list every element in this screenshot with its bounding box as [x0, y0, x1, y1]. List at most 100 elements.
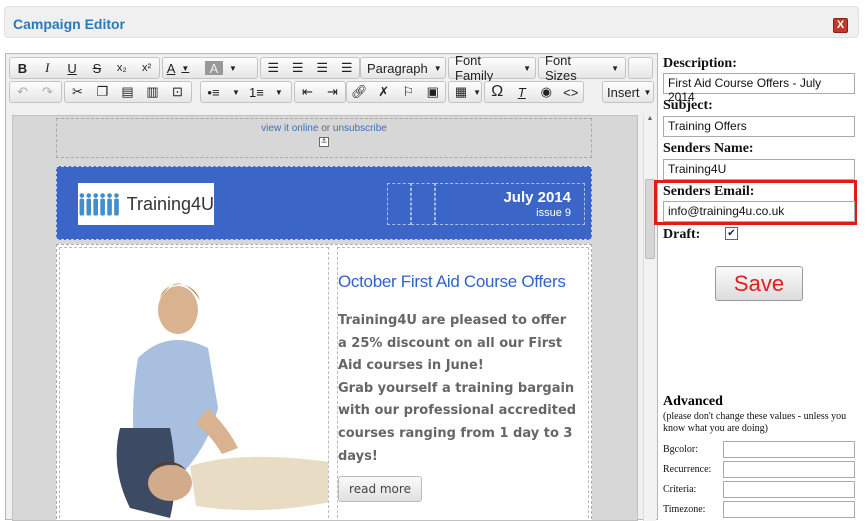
chevron-down-icon: ▼: [643, 87, 652, 97]
strikethrough-button[interactable]: S: [84, 58, 109, 78]
logo-text: Training4U: [126, 193, 214, 214]
subject-label: Subject:: [663, 98, 713, 113]
alignment-group: ☰ ☰ ☰ ☰: [260, 57, 360, 79]
subject-field[interactable]: Training Offers: [663, 116, 855, 137]
undo-icon[interactable]: ↶: [10, 82, 35, 102]
clipboard-group: ✂ ❐ ▤ ▥ ⊡: [64, 81, 192, 103]
underline-button[interactable]: U: [60, 58, 85, 78]
paste-text-icon[interactable]: ▥: [140, 82, 165, 102]
content-scrollbar[interactable]: ▲: [643, 115, 656, 521]
bgcolor-field[interactable]: [723, 441, 855, 458]
email-header: Training4U July 2014 issue 9: [56, 166, 592, 240]
preview-icon[interactable]: ◉: [534, 82, 559, 102]
bold-button[interactable]: B: [10, 58, 35, 78]
criteria-label: Criteria:: [663, 484, 697, 495]
draft-checkbox[interactable]: ✔: [725, 227, 738, 240]
scroll-up-icon[interactable]: ▲: [644, 115, 656, 129]
numbered-list-icon[interactable]: 1≡: [244, 82, 269, 102]
sender-name-label: Senders Name:: [663, 141, 754, 156]
background-color-icon[interactable]: A: [205, 61, 223, 76]
indent-icon[interactable]: ⇥: [320, 82, 345, 102]
subscript-button[interactable]: x₂: [109, 58, 134, 78]
people-logo-icon: [79, 193, 119, 216]
sender-name-field[interactable]: Training4U: [663, 159, 855, 180]
redo-icon[interactable]: ↷: [35, 82, 60, 102]
table-button[interactable]: ▦ ▼: [448, 81, 482, 103]
align-justify-icon[interactable]: ☰: [335, 58, 360, 78]
copy-icon[interactable]: ❐: [90, 82, 115, 102]
anchor-marker-icon[interactable]: ⚓︎: [319, 137, 329, 147]
list-group: •≡ ▼ 1≡ ▼: [200, 81, 292, 103]
description-field[interactable]: First Aid Course Offers - July 2014: [663, 73, 855, 104]
article-paragraph-1: Training4U are pleased to offer a 25% di…: [338, 313, 567, 374]
close-button[interactable]: X: [833, 18, 848, 33]
chevron-down-icon: ▼: [433, 63, 442, 73]
header-divider: [387, 183, 411, 225]
cut-icon[interactable]: ✂: [65, 82, 90, 102]
anchor-icon[interactable]: ⚐: [396, 82, 421, 102]
align-left-icon[interactable]: ☰: [261, 58, 286, 78]
save-button[interactable]: Save: [715, 266, 803, 301]
image-icon[interactable]: ▣: [421, 82, 446, 102]
table-icon: ▦: [454, 84, 468, 99]
bullet-list-icon[interactable]: •≡: [201, 82, 226, 102]
font-family-value: Font Family: [455, 53, 494, 83]
cpr-illustration-icon: [60, 248, 328, 520]
outdent-icon[interactable]: ⇤: [295, 82, 320, 102]
recurrence-label: Recurrence:: [663, 464, 712, 475]
indent-group: ⇤ ⇥: [294, 81, 346, 103]
align-center-icon[interactable]: ☰: [286, 58, 311, 78]
source-code-icon[interactable]: <>: [559, 82, 584, 102]
timezone-field[interactable]: [723, 501, 855, 518]
italic-button[interactable]: I: [35, 58, 60, 78]
header-date: July 2014: [503, 189, 571, 206]
header-issue: issue 9: [536, 207, 571, 219]
first-aid-image: [59, 247, 329, 520]
text-style-group: B I U S x₂ x²: [9, 57, 160, 79]
blank-toolbar-button[interactable]: [628, 57, 653, 79]
special-character-icon[interactable]: Ω: [485, 82, 510, 102]
sender-email-field[interactable]: info@training4u.co.uk: [663, 201, 855, 222]
campaign-editor-window: Campaign Editor X B I U S x₂ x² A ▼ A ▼ ☰…: [0, 0, 866, 521]
clear-formatting-icon[interactable]: T: [510, 82, 535, 102]
insert-menu[interactable]: Insert ▼: [602, 81, 654, 103]
sender-email-label: Senders Email:: [663, 184, 755, 199]
rich-text-editor: B I U S x₂ x² A ▼ A ▼ ☰ ☰ ☰ ☰ Paragraph ▼: [5, 53, 658, 521]
or-text: or: [321, 123, 331, 134]
unlink-icon[interactable]: ✗: [372, 82, 397, 102]
font-size-select[interactable]: Font Sizes ▼: [538, 53, 626, 83]
unsubscribe-link[interactable]: unsubscribe: [333, 123, 387, 134]
font-family-select[interactable]: Font Family ▼: [448, 53, 536, 83]
align-right-icon[interactable]: ☰: [310, 58, 335, 78]
advanced-note: (please don't change these values - unle…: [663, 411, 847, 434]
recurrence-field[interactable]: [723, 461, 855, 478]
article-heading: October First Aid Course Offers: [338, 272, 566, 291]
find-icon[interactable]: ⊡: [165, 82, 190, 102]
article-text: Training4U are pleased to offer a 25% di…: [338, 310, 578, 468]
format-select[interactable]: Paragraph ▼: [360, 57, 446, 79]
bgcolor-label: Bgcolor:: [663, 444, 698, 455]
chevron-down-icon: ▼: [229, 63, 237, 73]
misc-group: Ω T ◉ <>: [484, 81, 584, 103]
editor-content-area[interactable]: view it online or unsubscribe ⚓︎ Trainin…: [12, 115, 638, 521]
link-icon[interactable]: 🔗︎: [347, 82, 372, 102]
criteria-field[interactable]: [723, 481, 855, 498]
article-paragraph-2: Grab yourself a training bargain with ou…: [338, 380, 577, 464]
text-color-icon: A: [166, 60, 176, 76]
email-body: October First Aid Course Offers Training…: [56, 244, 592, 520]
title-bar: Campaign Editor X: [4, 6, 859, 38]
chevron-down-icon: ▼: [232, 87, 240, 97]
text-color-button[interactable]: A ▼: [163, 58, 193, 78]
paste-icon[interactable]: ▤: [115, 82, 140, 102]
editor-toolbar: B I U S x₂ x² A ▼ A ▼ ☰ ☰ ☰ ☰ Paragraph ▼: [6, 53, 657, 106]
header-divider: [411, 183, 435, 225]
superscript-button[interactable]: x²: [134, 58, 159, 78]
color-group: A ▼ A ▼: [162, 57, 258, 79]
view-online-link[interactable]: view it online: [261, 123, 318, 134]
read-more-button[interactable]: read more: [338, 476, 422, 502]
chevron-down-icon: ▼: [181, 63, 190, 73]
history-group: ↶ ↷: [9, 81, 62, 103]
window-title: Campaign Editor: [13, 16, 126, 32]
chevron-down-icon: ▼: [523, 63, 531, 73]
chevron-down-icon: ▼: [611, 63, 619, 73]
